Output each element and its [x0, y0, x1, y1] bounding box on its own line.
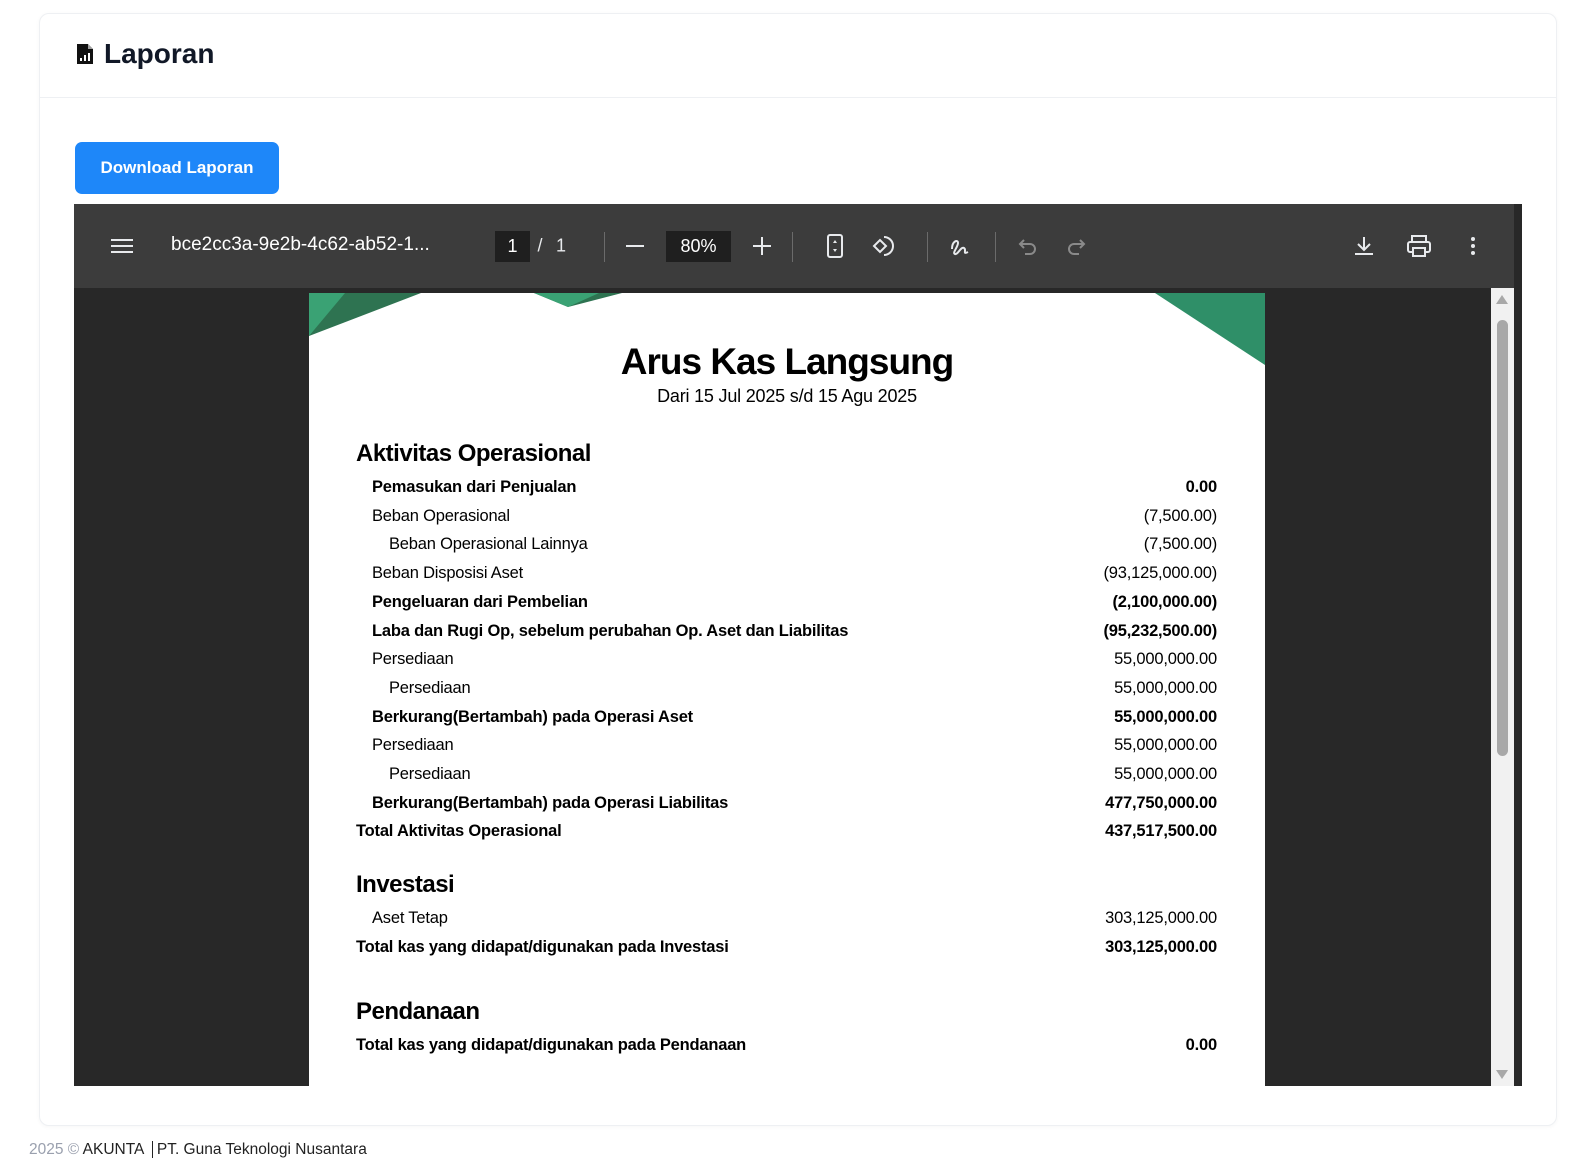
row-label: Aset Tetap — [372, 909, 448, 927]
row-value: 55,000,000.00 — [1114, 678, 1217, 697]
row-value: (7,500.00) — [1143, 506, 1217, 525]
row-label: Persediaan — [372, 736, 454, 755]
row-value: 303,125,000.00 — [1105, 937, 1217, 956]
row-value: 55,000,000.00 — [1114, 765, 1217, 783]
document-period: Dari 15 Jul 2025 s/d 15 Agu 2025 — [657, 386, 917, 406]
pdf-page: Arus Kas Langsung Dari 15 Jul 2025 s/d 1… — [309, 293, 1265, 1086]
rotate-icon[interactable] — [871, 234, 897, 258]
row-value: (7,500.00) — [1143, 535, 1217, 554]
row-label: Persediaan — [389, 765, 471, 783]
report-row: Berkurang(Bertambah) pada Operasi Liabil… — [309, 794, 1217, 813]
row-value: 437,517,500.00 — [1105, 822, 1217, 841]
row-label: Laba dan Rugi Op, sebelum perubahan Op. … — [372, 621, 849, 640]
scroll-up-icon[interactable] — [1491, 292, 1514, 308]
toolbar-divider — [792, 232, 793, 262]
report-row: Berkurang(Bertambah) pada Operasi Aset 55… — [309, 708, 1217, 727]
report-row: Persediaan 55,000,000.00 — [309, 765, 1217, 784]
page-number-input[interactable]: 1 — [495, 231, 530, 262]
card-header: Laporan — [40, 14, 1556, 98]
scrollbar[interactable] — [1491, 288, 1514, 1086]
row-label: Total Aktivitas Operasional — [356, 822, 562, 841]
scroll-down-icon[interactable] — [1491, 1066, 1514, 1082]
section-heading: Aktivitas Operasional — [356, 440, 591, 467]
row-value: (93,125,000.00) — [1103, 564, 1217, 583]
report-row: Laba dan Rugi Op, sebelum perubahan Op. … — [309, 622, 1217, 641]
zoom-out-button[interactable] — [626, 244, 644, 248]
menu-icon[interactable] — [111, 238, 133, 254]
file-chart-icon — [77, 44, 93, 64]
download-report-button[interactable]: Download Laporan — [75, 142, 279, 194]
redo-icon[interactable] — [1066, 236, 1086, 256]
draw-icon[interactable] — [949, 235, 971, 257]
row-label: Beban Disposisi Aset — [372, 564, 524, 583]
pdf-toolbar: bce2cc3a-9e2b-4c62-ab52-1... 1 / 1 80% — [74, 204, 1514, 288]
report-row: Beban Operasional Lainnya (7,500.00) — [309, 535, 1217, 554]
row-label: Beban Operasional Lainnya — [389, 535, 588, 554]
row-label: Total kas yang didapat/digunakan pada Pe… — [356, 1036, 747, 1054]
row-value: 55,000,000.00 — [1114, 707, 1217, 726]
section-heading: Investasi — [356, 871, 455, 898]
report-row: Pemasukan dari Penjualan 0.00 — [309, 478, 1217, 497]
report-row: Persediaan 55,000,000.00 — [309, 736, 1217, 755]
row-label: Persediaan — [372, 650, 454, 669]
row-value: 477,750,000.00 — [1105, 793, 1217, 812]
report-row: Beban Operasional (7,500.00) — [309, 507, 1217, 526]
report-row: Pengeluaran dari Pembelian (2,100,000.00) — [309, 593, 1217, 612]
print-icon[interactable] — [1406, 234, 1432, 258]
toolbar-divider — [995, 232, 996, 262]
footer-brand: AKUNTA — [82, 1141, 144, 1158]
more-options-icon[interactable] — [1470, 236, 1476, 256]
footer-company: PT. Guna Teknologi Nusantara — [156, 1141, 367, 1158]
report-row: Total kas yang didapat/digunakan pada In… — [309, 938, 1217, 957]
page-title-text: Laporan — [104, 38, 215, 69]
document-title: Arus Kas Langsung — [620, 341, 955, 382]
row-label: Berkurang(Bertambah) pada Operasi Aset — [372, 707, 693, 726]
toolbar-divider — [927, 232, 928, 262]
row-value: (95,232,500.00) — [1103, 621, 1217, 640]
undo-icon[interactable] — [1018, 236, 1038, 256]
footer: 2025 © AKUNTA PT. Guna Teknologi Nusanta… — [29, 1141, 367, 1159]
row-label: Berkurang(Bertambah) pada Operasi Liabil… — [372, 793, 729, 812]
download-icon[interactable] — [1353, 235, 1375, 257]
zoom-level-input[interactable]: 80% — [666, 231, 731, 262]
section-heading: Pendanaan — [356, 998, 480, 1025]
row-value: 0.00 — [1185, 478, 1218, 496]
toolbar-divider — [604, 232, 605, 262]
report-row: Persediaan 55,000,000.00 — [309, 650, 1217, 669]
row-label: Pengeluaran dari Pembelian — [372, 592, 588, 611]
zoom-in-button[interactable] — [753, 237, 771, 255]
row-label: Total kas yang didapat/digunakan pada In… — [356, 937, 729, 956]
pdf-filename: bce2cc3a-9e2b-4c62-ab52-1... — [171, 234, 430, 255]
row-label: Persediaan — [389, 678, 471, 697]
row-value: (2,100,000.00) — [1112, 592, 1217, 611]
report-row: Total Aktivitas Operasional 437,517,500.0… — [309, 822, 1217, 841]
row-value: 55,000,000.00 — [1114, 736, 1217, 755]
row-value: 303,125,000.00 — [1105, 909, 1217, 927]
page-title: Laporan — [76, 38, 214, 70]
total-pages: 1 — [555, 235, 567, 256]
report-row: Aset Tetap 303,125,000.00 — [309, 909, 1217, 928]
scrollbar-thumb[interactable] — [1497, 320, 1508, 756]
row-value: 55,000,000.00 — [1114, 650, 1217, 669]
row-label: Pemasukan dari Penjualan — [372, 478, 577, 496]
report-row: Total kas yang didapat/digunakan pada Pe… — [309, 1036, 1217, 1055]
row-label: Beban Operasional — [372, 506, 510, 525]
footer-divider — [151, 1141, 153, 1158]
report-row: Persediaan 55,000,000.00 — [309, 679, 1217, 698]
pdf-viewer: bce2cc3a-9e2b-4c62-ab52-1... 1 / 1 80% A… — [74, 204, 1522, 1086]
footer-year: 2025 © — [29, 1141, 80, 1158]
row-value: 0.00 — [1185, 1036, 1218, 1054]
page-separator: / — [537, 235, 543, 256]
report-row: Beban Disposisi Aset (93,125,000.00) — [309, 564, 1217, 583]
fit-page-icon[interactable] — [827, 234, 843, 258]
